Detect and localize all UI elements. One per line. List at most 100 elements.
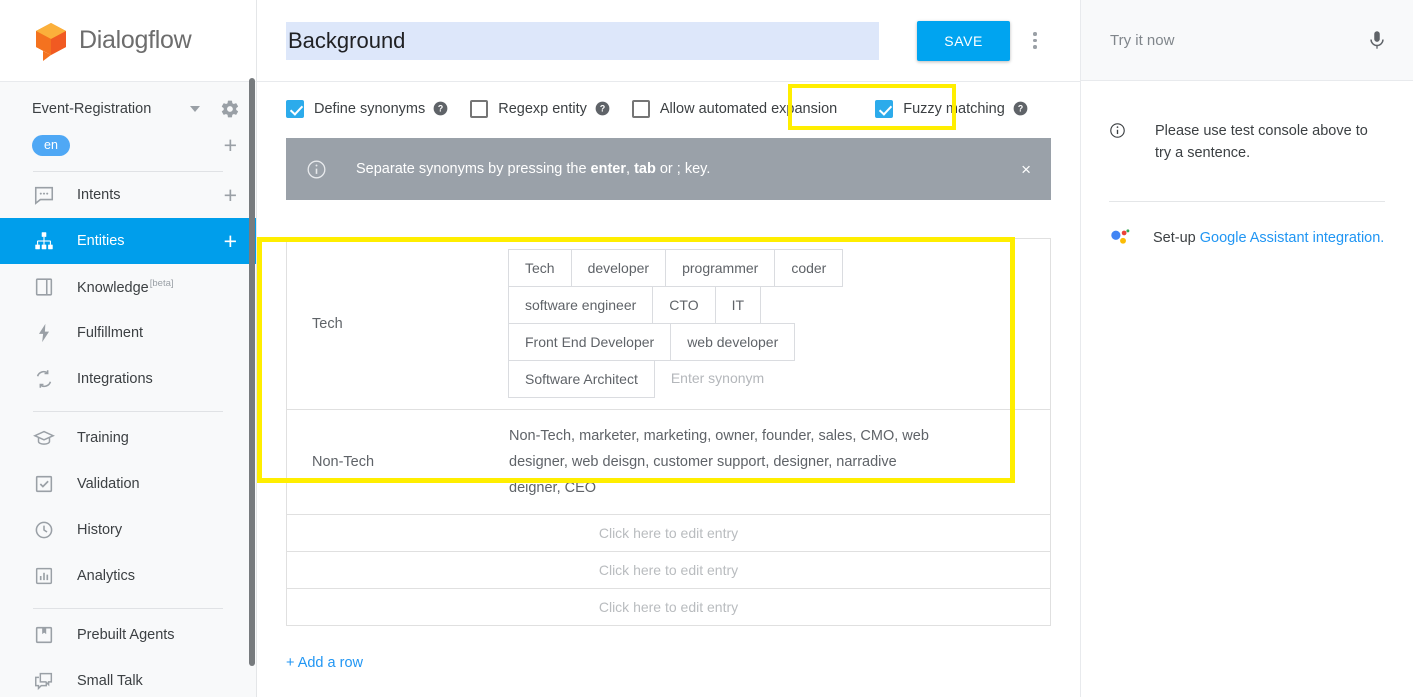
synonym-chip[interactable]: CTO	[652, 286, 716, 324]
help-icon[interactable]: ?	[595, 101, 610, 116]
knowledge-icon	[33, 276, 55, 298]
option-define-synonyms[interactable]: Define synonyms ?	[286, 99, 448, 118]
svg-text:?: ?	[1018, 104, 1023, 114]
sidebar-item-prebuilt-agents[interactable]: Prebuilt Agents	[0, 612, 256, 658]
synonym-hint-banner: Separate synonyms by pressing the enter,…	[286, 138, 1051, 200]
synonym-chip[interactable]: software engineer	[508, 286, 654, 324]
add-language-button[interactable]: +	[224, 134, 237, 157]
save-button[interactable]: SAVE	[917, 20, 1010, 61]
entity-options-row: Define synonyms ? Regexp entity ? Allow …	[286, 82, 1051, 132]
sidebar-item-label: Small Talk	[77, 673, 143, 689]
add-intent-button[interactable]: +	[224, 184, 237, 207]
sidebar-item-small-talk[interactable]: Small Talk	[0, 658, 256, 697]
empty-entry-row[interactable]: Click here to edit entry	[287, 552, 1050, 589]
sidebar-scrollbar[interactable]	[249, 78, 255, 666]
sidebar-item-label: Training	[77, 430, 129, 446]
assistant-setup-text: Set-up Google Assistant integration.	[1153, 230, 1385, 246]
synonym-chip[interactable]: Software Architect	[508, 360, 655, 398]
microphone-icon[interactable]	[1366, 29, 1388, 51]
table-row[interactable]: Non-Tech Non-Tech, marketer, marketing, …	[287, 410, 1050, 515]
synonym-chip[interactable]: IT	[714, 286, 762, 324]
gear-icon[interactable]	[220, 99, 240, 119]
entity-key: Non-Tech	[312, 454, 375, 470]
left-sidebar: Dialogflow Event-Registration en + Inten…	[0, 0, 257, 697]
synonym-chip[interactable]: Tech	[508, 249, 572, 287]
sidebar-item-label: Fulfillment	[77, 325, 144, 341]
synonym-chip-row: Tech developer programmer coder	[508, 249, 1040, 287]
entity-name-input[interactable]	[286, 21, 880, 60]
entity-synonyms: Non-Tech, marketer, marketing, owner, fo…	[509, 410, 1050, 514]
try-it-now-bar[interactable]: Try it now	[1081, 0, 1413, 81]
kebab-menu-icon[interactable]	[1018, 24, 1052, 58]
define-synonyms-checkbox[interactable]	[286, 99, 304, 118]
sidebar-item-label: Integrations	[77, 371, 153, 387]
main-content: SAVE Define synonyms ?	[257, 0, 1080, 697]
test-console-panel: Try it now Please use test console above…	[1080, 0, 1413, 697]
test-console-hint: Please use test console above to try a s…	[1109, 81, 1385, 164]
hint-message: Please use test console above to try a s…	[1155, 123, 1368, 161]
entity-key: Tech	[312, 316, 343, 332]
brand-name: Dialogflow	[79, 26, 192, 54]
option-regexp-entity[interactable]: Regexp entity ?	[470, 99, 610, 118]
validation-icon	[33, 473, 55, 495]
sidebar-item-label: Prebuilt Agents	[77, 627, 175, 643]
fuzzy-matching-checkbox[interactable]	[875, 99, 894, 118]
synonym-chip[interactable]: programmer	[665, 249, 776, 287]
option-fuzzy-matching[interactable]: Fuzzy matching ?	[875, 99, 1028, 118]
sidebar-divider-mid	[33, 411, 223, 412]
key-enter: enter	[590, 161, 627, 177]
svg-text:?: ?	[600, 104, 605, 114]
sidebar-item-entities[interactable]: Entities +	[0, 218, 256, 264]
prebuilt-agents-icon	[33, 624, 55, 646]
help-icon[interactable]: ?	[433, 101, 448, 116]
add-entity-button[interactable]: +	[224, 230, 237, 253]
sidebar-item-training[interactable]: Training	[0, 415, 256, 461]
allow-automated-expansion-checkbox[interactable]	[631, 99, 650, 118]
try-it-now-input[interactable]: Try it now	[1110, 32, 1366, 49]
sidebar-item-validation[interactable]: Validation	[0, 461, 256, 507]
synonym-chip[interactable]: Front End Developer	[508, 323, 672, 361]
empty-entry-row[interactable]: Click here to edit entry	[287, 589, 1050, 626]
integrations-icon	[33, 368, 55, 390]
sidebar-item-fulfillment[interactable]: Fulfillment	[0, 310, 256, 356]
empty-entry-row[interactable]: Click here to edit entry	[287, 515, 1050, 552]
sidebar-item-analytics[interactable]: Analytics	[0, 553, 256, 599]
fulfillment-icon	[33, 322, 55, 344]
sidebar-divider-bottom	[33, 608, 223, 609]
help-icon[interactable]: ?	[1013, 101, 1028, 116]
sidebar-item-knowledge[interactable]: Knowledge[beta]	[0, 264, 256, 310]
close-icon[interactable]: ×	[1021, 161, 1031, 178]
beta-badge: [beta]	[149, 278, 174, 290]
regexp-entity-checkbox[interactable]	[470, 99, 489, 118]
svg-text:?: ?	[438, 104, 443, 114]
google-assistant-icon	[1109, 227, 1131, 249]
chevron-down-icon[interactable]	[190, 106, 200, 112]
sidebar-item-history[interactable]: History	[0, 507, 256, 553]
option-label: Allow automated expansion	[659, 100, 838, 117]
brand-logo[interactable]: Dialogflow	[0, 0, 256, 82]
option-label: Regexp entity	[498, 100, 587, 117]
table-row[interactable]: Tech Tech developer programmer coder sof…	[287, 239, 1050, 410]
synonym-chip[interactable]: web developer	[670, 323, 796, 361]
synonym-chip[interactable]: coder	[774, 249, 844, 287]
google-assistant-row: Set-up Google Assistant integration.	[1109, 202, 1385, 249]
sidebar-item-label: History	[77, 522, 123, 538]
enter-synonym-input[interactable]: Enter synonym	[655, 360, 780, 397]
language-chip-en[interactable]: en	[32, 134, 70, 156]
option-label: Define synonyms	[314, 100, 426, 117]
synonym-chip-row: software engineer CTO IT	[508, 286, 1040, 324]
info-icon	[306, 159, 327, 180]
entity-editor: Define synonyms ? Regexp entity ? Allow …	[257, 82, 1080, 672]
sidebar-item-intents[interactable]: Intents +	[0, 172, 256, 218]
sidebar-item-label: Intents	[77, 187, 121, 203]
option-allow-automated-expansion[interactable]: Allow automated expansion	[631, 99, 838, 118]
key-tab: tab	[634, 161, 656, 177]
entity-synonyms-text[interactable]: Non-Tech, marketer, marketing, owner, fo…	[509, 410, 969, 514]
add-row-link[interactable]: + Add a row	[286, 655, 363, 671]
agent-selector[interactable]: Event-Registration	[0, 90, 256, 128]
synonym-chip[interactable]: developer	[570, 249, 667, 287]
sidebar-item-integrations[interactable]: Integrations	[0, 356, 256, 402]
sidebar-item-label: Validation	[77, 476, 140, 492]
entity-header: SAVE	[257, 0, 1080, 82]
google-assistant-link[interactable]: Google Assistant integration.	[1200, 230, 1385, 246]
